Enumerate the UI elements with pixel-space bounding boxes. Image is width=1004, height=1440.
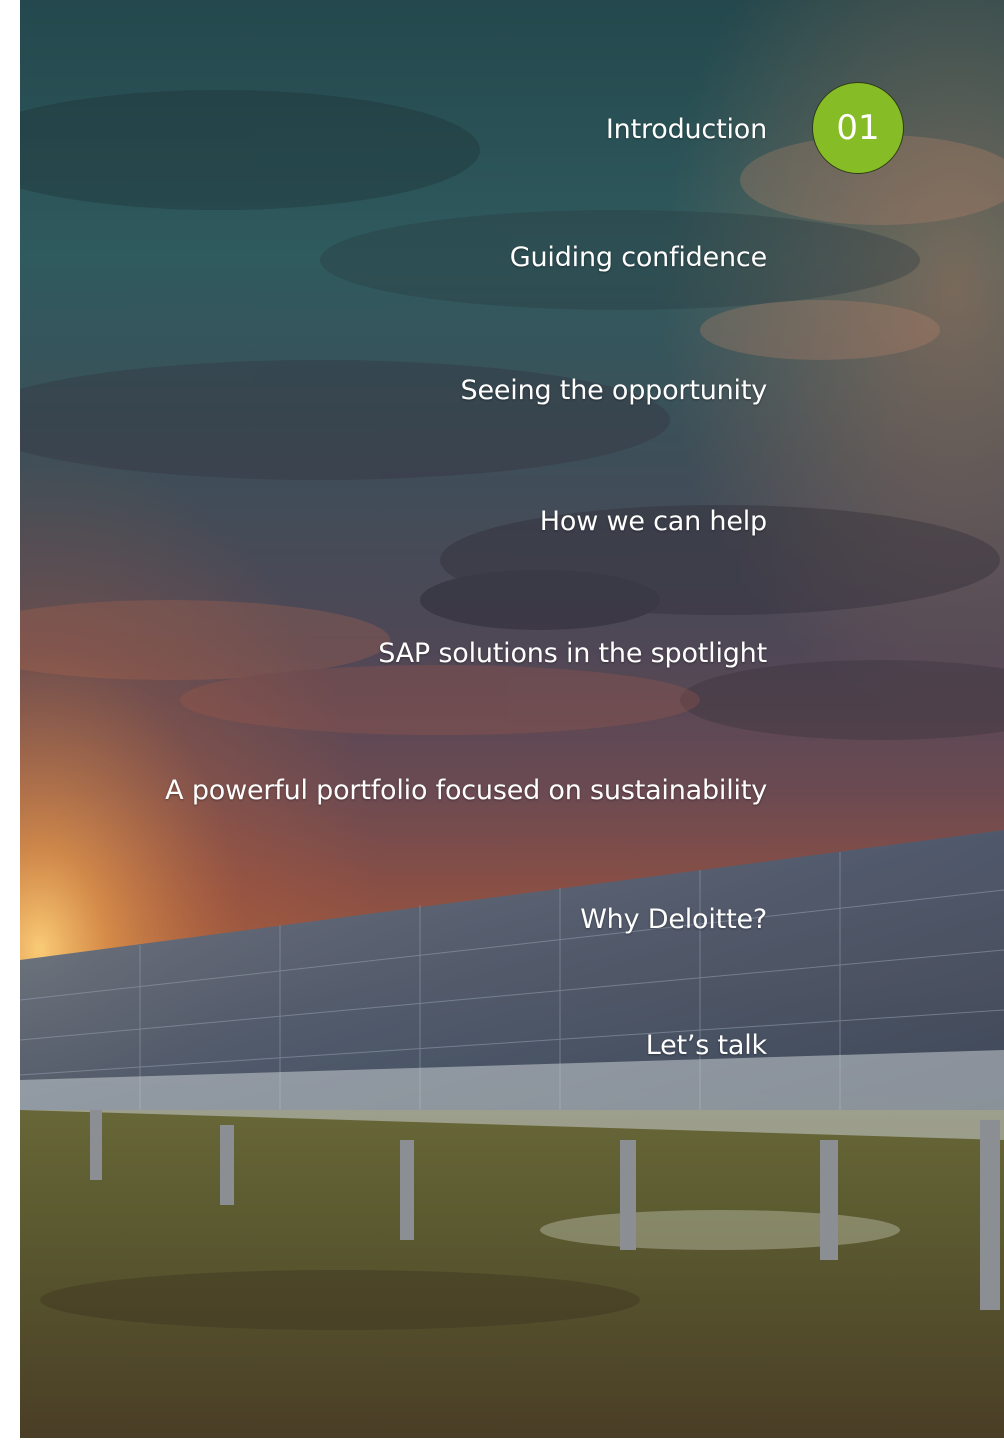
solar-panel-sunset-photo — [20, 0, 1004, 1438]
toc-item-lets-talk[interactable]: Let’s talk — [646, 1029, 767, 1063]
toc-item-introduction[interactable]: Introduction — [606, 113, 767, 147]
toc-item-guiding-confidence[interactable]: Guiding confidence — [510, 241, 767, 275]
toc-item-sap-solutions[interactable]: SAP solutions in the spotlight — [378, 637, 767, 671]
toc-item-how-we-can-help[interactable]: How we can help — [540, 505, 767, 539]
active-section-badge: 01 — [812, 82, 904, 174]
toc-page: Introduction 01 Guiding confidence Seein… — [0, 0, 1004, 1440]
toc-item-why-deloitte[interactable]: Why Deloitte? — [580, 903, 767, 937]
toc-item-seeing-the-opportunity[interactable]: Seeing the opportunity — [461, 374, 768, 408]
toc-item-powerful-portfolio[interactable]: A powerful portfolio focused on sustaina… — [165, 774, 767, 808]
